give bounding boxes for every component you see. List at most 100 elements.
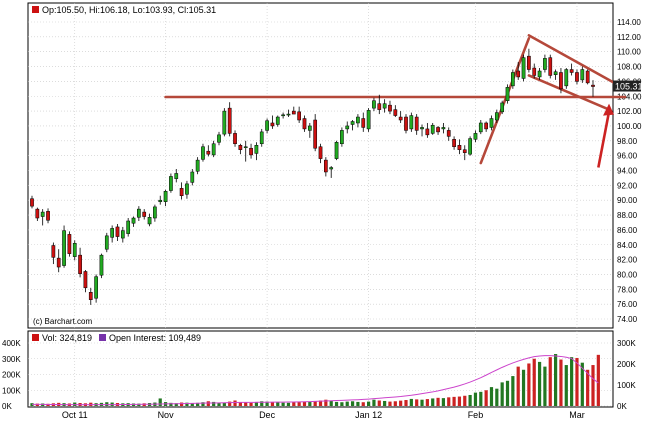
candle-body (484, 122, 488, 130)
volume-bar (292, 402, 296, 406)
volume-bar (570, 357, 574, 406)
price-tick-label: 94.00 (617, 167, 638, 176)
candle-body (227, 107, 232, 134)
volume-bar (281, 402, 285, 406)
candle-body (78, 254, 82, 274)
x-axis-label: Feb (468, 410, 484, 420)
candle-body (543, 58, 547, 70)
candle-body (83, 271, 88, 289)
volume-left-tick-label: 100K (2, 386, 21, 395)
candle-body (281, 114, 285, 117)
volume-bar (505, 380, 510, 406)
volume-bar (415, 399, 419, 406)
candle-body (174, 173, 179, 179)
volume-bar (254, 402, 258, 406)
candle-body (291, 110, 296, 115)
candle-body (446, 130, 451, 137)
price-tick-label: 100.00 (617, 122, 642, 131)
volume-bar (393, 401, 397, 406)
volume-bar (308, 401, 312, 406)
volume-legend: Vol: 324,819 Open Interest: 109,489 (32, 333, 201, 343)
price-tick-label: 78.00 (617, 285, 638, 294)
candle-body (94, 276, 98, 299)
volume-bar (591, 365, 595, 406)
volume-bar (361, 402, 365, 406)
candle-body (110, 228, 114, 238)
candle-body (340, 130, 344, 145)
volume-bar (596, 354, 600, 406)
candle-body (329, 167, 334, 170)
candle-body (56, 257, 61, 268)
price-tick-label: 80.00 (617, 270, 638, 279)
vol-legend-swatch (32, 334, 39, 341)
candle-body (153, 206, 157, 219)
volume-bar (345, 401, 349, 406)
price-tick-label: 102.00 (617, 107, 642, 116)
candle-body (169, 176, 173, 191)
candle-body (404, 116, 408, 131)
volume-bar (441, 398, 445, 406)
current-price-marker: 105.31 (613, 80, 643, 92)
candle-body (511, 72, 515, 87)
candle-body (478, 122, 483, 133)
volume-left-tick-label: 200K (2, 371, 21, 380)
copyright-text: (c) Barchart.com (33, 317, 92, 326)
candle-body (430, 124, 435, 134)
candle-body (366, 110, 371, 130)
candle-body (233, 133, 237, 145)
chart-svg: 114.00112.00110.00108.00106.00104.00102.… (2, 2, 643, 420)
candle-body (548, 57, 553, 76)
oi-legend-text: Open Interest: 109,489 (109, 333, 201, 343)
volume-bar (484, 390, 488, 406)
candle-body (30, 198, 34, 207)
volume-bar (388, 401, 392, 406)
candle-body (40, 211, 45, 217)
volume-bar (436, 397, 440, 406)
volume-bar (334, 401, 339, 406)
x-axis-labels: Oct 11 Nov Dec Jan 12 Feb Mar (62, 410, 585, 420)
candle-body (211, 143, 216, 156)
price-tick-label: 96.00 (617, 152, 638, 161)
volume-bar (340, 402, 344, 406)
volume-bar (377, 400, 381, 406)
price-tick-label: 74.00 (617, 315, 638, 324)
volume-bar (249, 402, 253, 406)
candle-body (382, 103, 387, 109)
candle-body (286, 113, 291, 116)
price-tick-label: 114.00 (617, 18, 641, 27)
x-axis-label: Dec (259, 410, 276, 420)
candle-body (356, 116, 360, 124)
candle-body (553, 71, 558, 75)
ohlc-legend-swatch (32, 6, 39, 13)
ohlc-legend: Op:105.50, Hi:106.18, Lo:103.93, Cl:105.… (32, 5, 216, 15)
candle-body (270, 122, 275, 127)
candle-body (254, 145, 259, 154)
x-axis-label: Mar (569, 410, 585, 420)
candle-body (575, 72, 579, 82)
candle-body (88, 292, 93, 300)
volume-bar (457, 396, 462, 406)
volume-bar (452, 396, 456, 406)
price-panel: 114.00112.00110.00108.00106.00104.00102.… (27, 2, 643, 329)
candle-body (537, 70, 542, 78)
price-tick-label: 110.00 (617, 48, 641, 57)
candle-body (494, 112, 499, 121)
candle-body (217, 134, 221, 143)
volume-bar (286, 402, 291, 406)
volume-bar (404, 400, 408, 406)
volume-bar (206, 401, 210, 406)
candle-body (131, 217, 136, 224)
candle-body (350, 121, 355, 125)
candle-body (46, 211, 50, 221)
volume-bar (532, 358, 536, 406)
candle-body (179, 188, 184, 196)
candle-body (516, 70, 521, 78)
volume-bar (158, 398, 162, 406)
candle-body (473, 133, 478, 140)
candle-body (307, 125, 312, 131)
volume-bar (447, 397, 451, 406)
volume-bar (399, 400, 403, 406)
volume-panel: 400K 300K 200K 100K 0K 300K 200K 100K 0K Vol: 32… (2, 330, 636, 411)
candle-body (409, 115, 414, 130)
candle-body (393, 109, 398, 116)
